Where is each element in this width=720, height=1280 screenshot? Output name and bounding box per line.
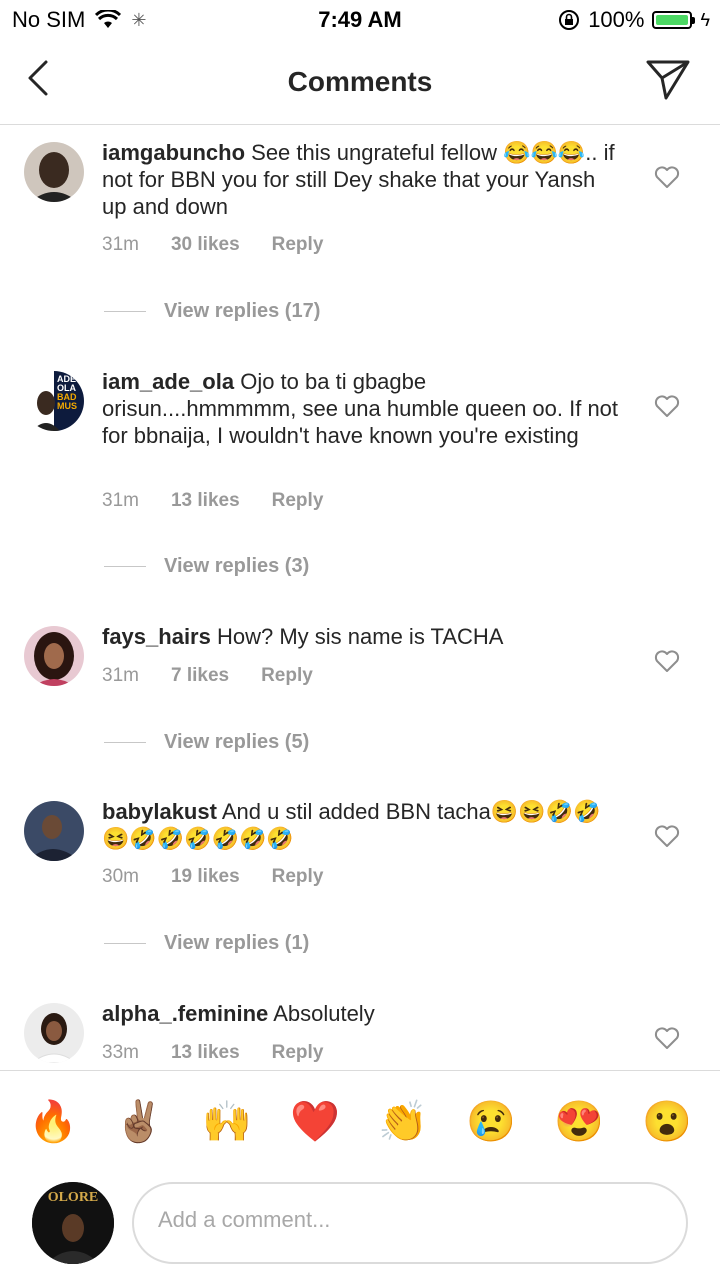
comment-username[interactable]: fays_hairs (102, 624, 211, 649)
emoji-victory-button[interactable]: ✌🏽 (114, 1097, 164, 1147)
comment-text: fays_hairs How? My sis name is TACHA (102, 623, 622, 650)
reply-button[interactable]: Reply (261, 665, 313, 687)
like-heart-icon[interactable] (654, 394, 680, 418)
likes-count[interactable]: 13 likes (171, 490, 240, 512)
comment-username[interactable]: babylakust (102, 799, 217, 824)
replies-divider (104, 566, 146, 567)
comment-text: babylakust And u stil added BBN tacha😆😆🤣… (102, 798, 622, 852)
comment-username[interactable]: iam_ade_ola (102, 369, 234, 394)
comment-meta: 33m 13 likes Reply (102, 1042, 323, 1064)
emoji-heart-eyes-button[interactable]: 😍 (554, 1097, 604, 1147)
likes-count[interactable]: 13 likes (171, 1042, 240, 1064)
emoji-clap-button[interactable]: 👏 (378, 1097, 428, 1147)
comment-input[interactable] (156, 1206, 660, 1234)
charging-bolt-icon: ϟ (700, 9, 710, 30)
direct-message-icon[interactable] (644, 58, 692, 102)
like-heart-icon[interactable] (654, 649, 680, 673)
view-replies-button[interactable]: View replies (5) (104, 731, 309, 754)
avatar[interactable] (24, 1003, 84, 1063)
likes-count[interactable]: 19 likes (171, 866, 240, 888)
likes-count[interactable]: 30 likes (171, 234, 240, 256)
like-heart-icon[interactable] (654, 165, 680, 189)
comment-meta: 30m 19 likes Reply (102, 866, 323, 888)
page-title: Comments (287, 66, 433, 97)
reply-button[interactable]: Reply (272, 1042, 324, 1064)
comment-time: 33m (102, 1042, 139, 1063)
likes-count[interactable]: 7 likes (171, 665, 229, 687)
comment-username[interactable]: iamgabuncho (102, 140, 245, 165)
comment-time: 30m (102, 866, 139, 887)
view-replies-button[interactable]: View replies (3) (104, 555, 309, 578)
emoji-fire-button[interactable]: 🔥 (28, 1097, 78, 1147)
comment-meta: 31m 7 likes Reply (102, 665, 313, 687)
status-right: 100% ϟ (558, 7, 710, 33)
orientation-lock-icon (559, 10, 580, 30)
comment-time: 31m (102, 490, 139, 511)
avatar[interactable] (24, 801, 84, 861)
emoji-heart-button[interactable]: ❤️ (290, 1097, 340, 1147)
comment-text: iam_ade_ola Ojo to ba ti gbagbe orisun..… (102, 368, 622, 449)
view-replies-button[interactable]: View replies (1) (104, 932, 309, 955)
avatar-label: OLORE (47, 1190, 99, 1205)
reply-button[interactable]: Reply (272, 234, 324, 256)
emoji-quick-bar: 🔥 ✌🏽 🙌 ❤️ 👏 😢 😍 😮 (0, 1070, 720, 1177)
like-heart-icon[interactable] (654, 1026, 680, 1050)
view-replies-button[interactable]: View replies (17) (104, 300, 320, 323)
avatar[interactable] (24, 142, 84, 202)
comment-text: alpha_.feminine Absolutely (102, 1000, 622, 1027)
avatar[interactable]: ADE OLA BAD MUS (24, 371, 84, 431)
comment-composer (132, 1182, 688, 1264)
view-replies-label: View replies (3) (164, 555, 310, 577)
replies-divider (104, 742, 146, 743)
comments-list[interactable]: iamgabuncho See this ungrateful fellow 😂… (0, 125, 720, 1070)
reply-button[interactable]: Reply (272, 490, 324, 512)
comment-time: 31m (102, 665, 139, 686)
comment-meta: 31m 13 likes Reply (102, 490, 323, 512)
comment-body: How? My sis name is TACHA (216, 624, 504, 649)
emoji-raised-hands-button[interactable]: 🙌 (202, 1097, 252, 1147)
view-replies-label: View replies (17) (164, 300, 321, 322)
like-heart-icon[interactable] (654, 824, 680, 848)
reply-button[interactable]: Reply (272, 866, 324, 888)
avatar-label: ADE OLA BAD MUS (57, 374, 77, 411)
replies-divider (104, 943, 146, 944)
status-bar: No SIM ✳ 7:49 AM 100% ϟ (0, 0, 720, 40)
nav-bar: Comments (0, 40, 720, 125)
comment-text: iamgabuncho See this ungrateful fellow 😂… (102, 139, 622, 220)
view-replies-label: View replies (1) (164, 932, 310, 954)
emoji-crying-button[interactable]: 😢 (466, 1097, 516, 1147)
current-user-avatar[interactable]: OLORE (32, 1182, 114, 1264)
comment-meta: 31m 30 likes Reply (102, 234, 323, 256)
comment-time: 31m (102, 234, 139, 255)
view-replies-label: View replies (5) (164, 731, 310, 753)
comment-body: Absolutely (273, 1001, 375, 1026)
avatar[interactable] (24, 626, 84, 686)
battery-icon (652, 11, 696, 29)
battery-percent: 100% (588, 7, 645, 32)
emoji-surprised-button[interactable]: 😮 (642, 1097, 692, 1147)
comment-username[interactable]: alpha_.feminine (102, 1001, 268, 1026)
replies-divider (104, 311, 146, 312)
